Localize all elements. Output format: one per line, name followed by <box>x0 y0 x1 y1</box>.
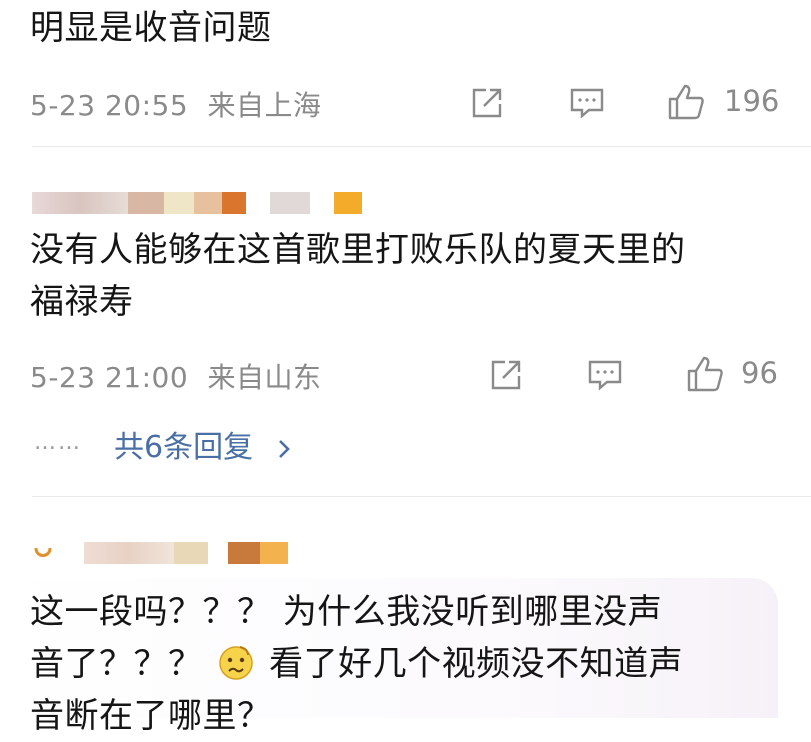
share-icon[interactable] <box>489 358 523 392</box>
comment-1-like-count: 196 <box>724 84 780 118</box>
comment-3-text: 这一段吗？？？ 为什么我没听到哪里没声 音了？？？ 看了好几个视频没不知道声 音… <box>30 586 683 742</box>
replies-dots: …… <box>34 430 82 455</box>
comment-3-text-line-2: 音了？？？ 看了好几个视频没不知道声 <box>30 638 683 690</box>
comment-1-text: 明显是收音问题 <box>30 8 272 48</box>
avatar-fragment <box>34 547 52 557</box>
comment-2-location: 来自山东 <box>207 361 322 394</box>
comment-3-text-line-2a: 音了？？？ <box>30 644 203 684</box>
thumbs-up-icon[interactable] <box>685 354 725 394</box>
confused-face-emoji-icon <box>218 644 254 680</box>
comment-1-location: 来自上海 <box>207 89 322 122</box>
comment-2-text-line-1: 没有人能够在这首歌里打败乐队的夏天里的 <box>30 230 686 270</box>
chevron-right-icon <box>277 430 291 465</box>
view-replies-label[interactable]: 共6条回复 <box>114 430 253 465</box>
comment-2-like-count: 96 <box>741 356 778 390</box>
comment-1-date: 5-23 20:55 <box>30 89 189 122</box>
share-icon[interactable] <box>470 86 504 120</box>
comment-divider-2 <box>32 496 811 497</box>
comment-2-text-line-2: 福禄寿 <box>30 282 134 322</box>
comment-2-date: 5-23 21:00 <box>30 361 189 394</box>
view-replies-link[interactable]: 共6条回复 <box>114 422 291 466</box>
comment-3-username-blurred <box>32 542 288 564</box>
comment-2-text: 没有人能够在这首歌里打败乐队的夏天里的 福禄寿 <box>30 224 686 328</box>
comment-2-username-blurred <box>32 192 362 214</box>
comment-divider-1 <box>32 146 811 147</box>
comment-icon[interactable] <box>569 86 605 120</box>
comment-3-text-line-2b: 看了好几个视频没不知道声 <box>269 644 684 684</box>
thumbs-up-icon[interactable] <box>666 82 706 122</box>
comment-3-text-line-3: 音断在了哪里？ <box>30 696 272 736</box>
comment-icon[interactable] <box>587 358 623 392</box>
comment-1-meta: 5-23 20:55 来自上海 <box>30 84 322 124</box>
comment-2-meta: 5-23 21:00 来自山东 <box>30 356 322 396</box>
comment-3-text-line-1: 这一段吗？？？ 为什么我没听到哪里没声 <box>30 592 663 632</box>
